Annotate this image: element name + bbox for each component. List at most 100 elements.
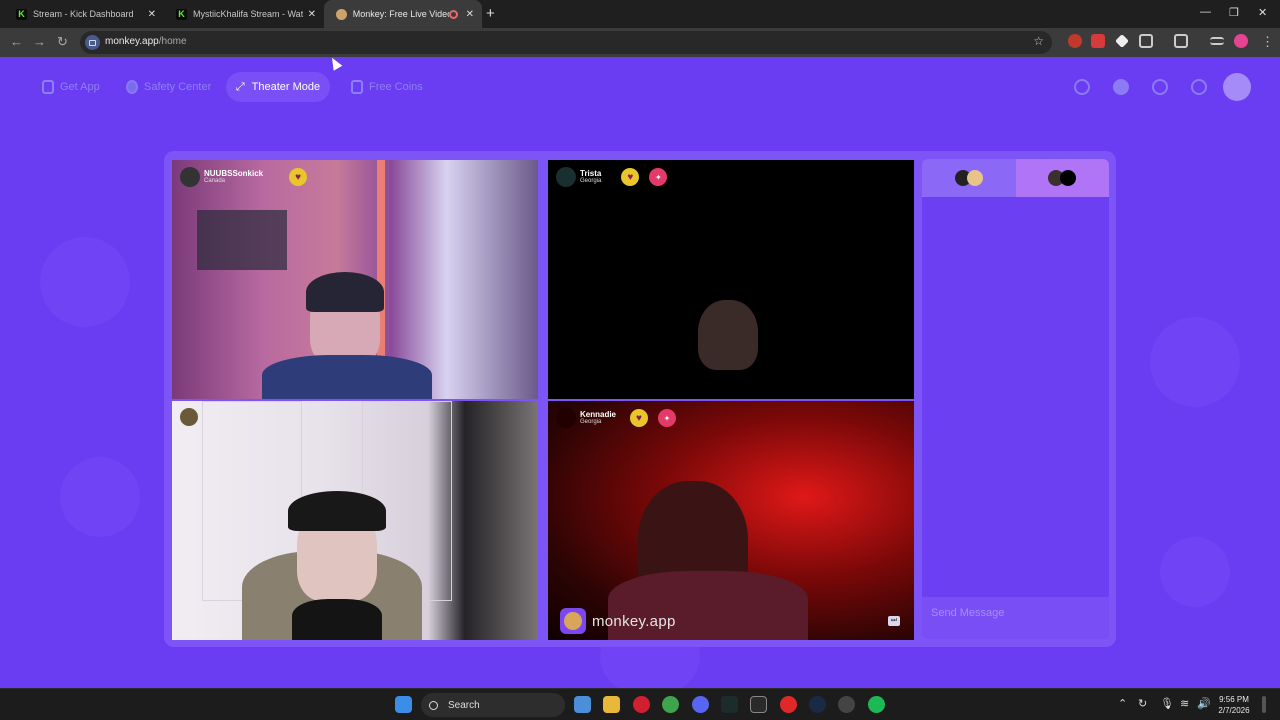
photos-icon[interactable] — [574, 696, 591, 713]
chat-tab-pair-1[interactable] — [922, 159, 1016, 197]
tab-kick-dashboard[interactable]: K Stream - Kick Dashboard ✕ — [4, 0, 164, 28]
taskbar-search[interactable]: Search — [421, 693, 565, 717]
system-clock[interactable]: 9:56 PM 2/7/2026 — [1214, 694, 1254, 716]
spotify-icon[interactable] — [868, 696, 885, 713]
location: Canada — [204, 178, 226, 184]
free-coins-label: Free Coins — [369, 81, 423, 93]
browser-toolbar: ← → ↻ monkey.app/home ☆ ⋮ — [0, 28, 1280, 57]
reload-icon[interactable]: ↻ — [57, 34, 68, 50]
chat-bubble-icon[interactable] — [1191, 79, 1207, 95]
history-icon[interactable] — [1152, 79, 1168, 95]
avatar — [556, 408, 576, 428]
user-overlay: Kennadie Georgia ♥ ✦ — [556, 408, 677, 428]
url-path: /home — [158, 36, 187, 47]
location: Georgia — [580, 178, 602, 184]
tab-title: MystiicKhalifa Stream - Watch Live — [193, 9, 303, 19]
wifi-icon[interactable]: ≋ — [1180, 697, 1189, 710]
username: Kennadie — [580, 410, 617, 419]
sync-icon[interactable]: ↻ — [1138, 697, 1147, 710]
opera-icon[interactable] — [633, 696, 650, 713]
clock-date: 2/7/2026 — [1218, 706, 1250, 715]
avatar — [556, 167, 576, 187]
gift-icon[interactable]: ✦ — [649, 168, 668, 186]
chrome-icon[interactable] — [662, 696, 679, 713]
chat-tab-pair-2[interactable] — [1015, 159, 1109, 197]
obs-icon[interactable] — [838, 696, 855, 713]
username: NUUBSSonkick — [204, 169, 264, 178]
friends-icon[interactable] — [1113, 79, 1129, 95]
search-icon[interactable] — [1074, 79, 1090, 95]
back-icon[interactable]: ← — [10, 34, 23, 49]
tab-monkey[interactable]: Monkey: Free Live Video Chat ✕ — [324, 0, 482, 28]
extension-icon[interactable] — [1091, 34, 1105, 48]
chevron-up-icon[interactable]: ⌃ — [1118, 697, 1127, 710]
url-host: monkey.app — [105, 36, 159, 47]
safety-center-link[interactable]: Safety Center — [126, 78, 211, 96]
epic-games-icon[interactable] — [750, 696, 767, 713]
extension-icon[interactable] — [1068, 34, 1082, 48]
app-icon[interactable] — [721, 696, 738, 713]
volume-icon[interactable]: 🔊 — [1197, 697, 1211, 710]
site-info-icon[interactable] — [85, 35, 100, 50]
close-icon[interactable]: ✕ — [148, 9, 156, 20]
bookmark-star-icon[interactable]: ☆ — [1033, 34, 1044, 48]
heart-icon[interactable]: ♥ — [630, 409, 649, 427]
tab-search-icon[interactable] — [1174, 34, 1188, 48]
avatar — [180, 167, 200, 187]
send-message-input[interactable]: Send Message — [922, 597, 1109, 639]
taskbar-search-label: Search — [448, 699, 480, 711]
discord-icon[interactable] — [692, 696, 709, 713]
video-tile[interactable] — [172, 401, 538, 640]
clock-time: 9:56 PM — [1219, 695, 1249, 704]
video-tile[interactable]: Kennadie Georgia ♥ ✦ monkey.app ⏭ — [548, 401, 914, 640]
media-icon[interactable] — [1210, 37, 1224, 45]
user-overlay — [180, 408, 202, 426]
steam-icon[interactable] — [809, 696, 826, 713]
safety-center-label: Safety Center — [144, 81, 212, 93]
gift-icon[interactable]: ✦ — [658, 409, 677, 427]
theater-mode-button[interactable]: ⤢ Theater Mode — [226, 72, 330, 102]
monkey-logo-icon — [560, 608, 586, 634]
avatar — [966, 170, 983, 186]
user-avatar[interactable] — [1223, 73, 1251, 101]
extension-icon[interactable] — [1115, 34, 1129, 48]
extensions-puzzle-icon[interactable] — [1139, 34, 1153, 48]
search-icon — [429, 700, 438, 710]
profile-icon[interactable] — [1234, 34, 1248, 48]
shield-icon — [126, 80, 138, 94]
file-explorer-icon[interactable] — [603, 696, 620, 713]
user-overlay: Trista Georgia ♥ ✦ — [556, 167, 668, 187]
heart-icon[interactable]: ♥ — [289, 168, 308, 186]
video-tile[interactable]: NUUBSSonkick Canada ♥ — [172, 160, 538, 399]
skip-icon[interactable]: ⏭ — [888, 616, 900, 626]
microphone-icon[interactable]: 🎙 — [1160, 697, 1174, 710]
app-icon[interactable] — [780, 696, 797, 713]
coins-icon — [351, 80, 363, 94]
phone-icon — [42, 80, 54, 94]
close-icon[interactable]: ✕ — [466, 9, 474, 20]
windows-start-icon[interactable] — [395, 696, 412, 713]
recording-icon — [448, 9, 458, 19]
monkey-icon — [336, 8, 347, 20]
tab-kick-stream[interactable]: K MystiicKhalifa Stream - Watch Live ✕ — [164, 0, 324, 28]
tab-title: Monkey: Free Live Video Chat — [352, 9, 449, 19]
restore-icon[interactable]: ❐ — [1229, 6, 1239, 19]
forward-icon[interactable]: → — [33, 34, 46, 49]
watermark-text: monkey.app — [592, 612, 676, 630]
location: Georgia — [580, 419, 602, 425]
tab-title: Stream - Kick Dashboard — [33, 9, 134, 19]
close-icon[interactable]: ✕ — [308, 9, 316, 20]
new-tab-button[interactable]: + — [486, 5, 495, 22]
address-bar[interactable]: monkey.app/home ☆ — [80, 31, 1052, 54]
username: Trista — [580, 169, 602, 178]
get-app-label: Get App — [60, 81, 100, 93]
minimize-icon[interactable]: — — [1200, 6, 1211, 18]
show-desktop-button[interactable] — [1262, 696, 1266, 713]
url-text: monkey.app/home — [105, 36, 187, 47]
free-coins-link[interactable]: Free Coins — [351, 78, 423, 96]
close-window-icon[interactable]: ✕ — [1258, 6, 1267, 19]
video-tile[interactable]: Trista Georgia ♥ ✦ — [548, 160, 914, 399]
get-app-link[interactable]: Get App — [42, 78, 100, 96]
menu-kebab-icon[interactable]: ⋮ — [1261, 34, 1274, 50]
heart-icon[interactable]: ♥ — [621, 168, 640, 186]
